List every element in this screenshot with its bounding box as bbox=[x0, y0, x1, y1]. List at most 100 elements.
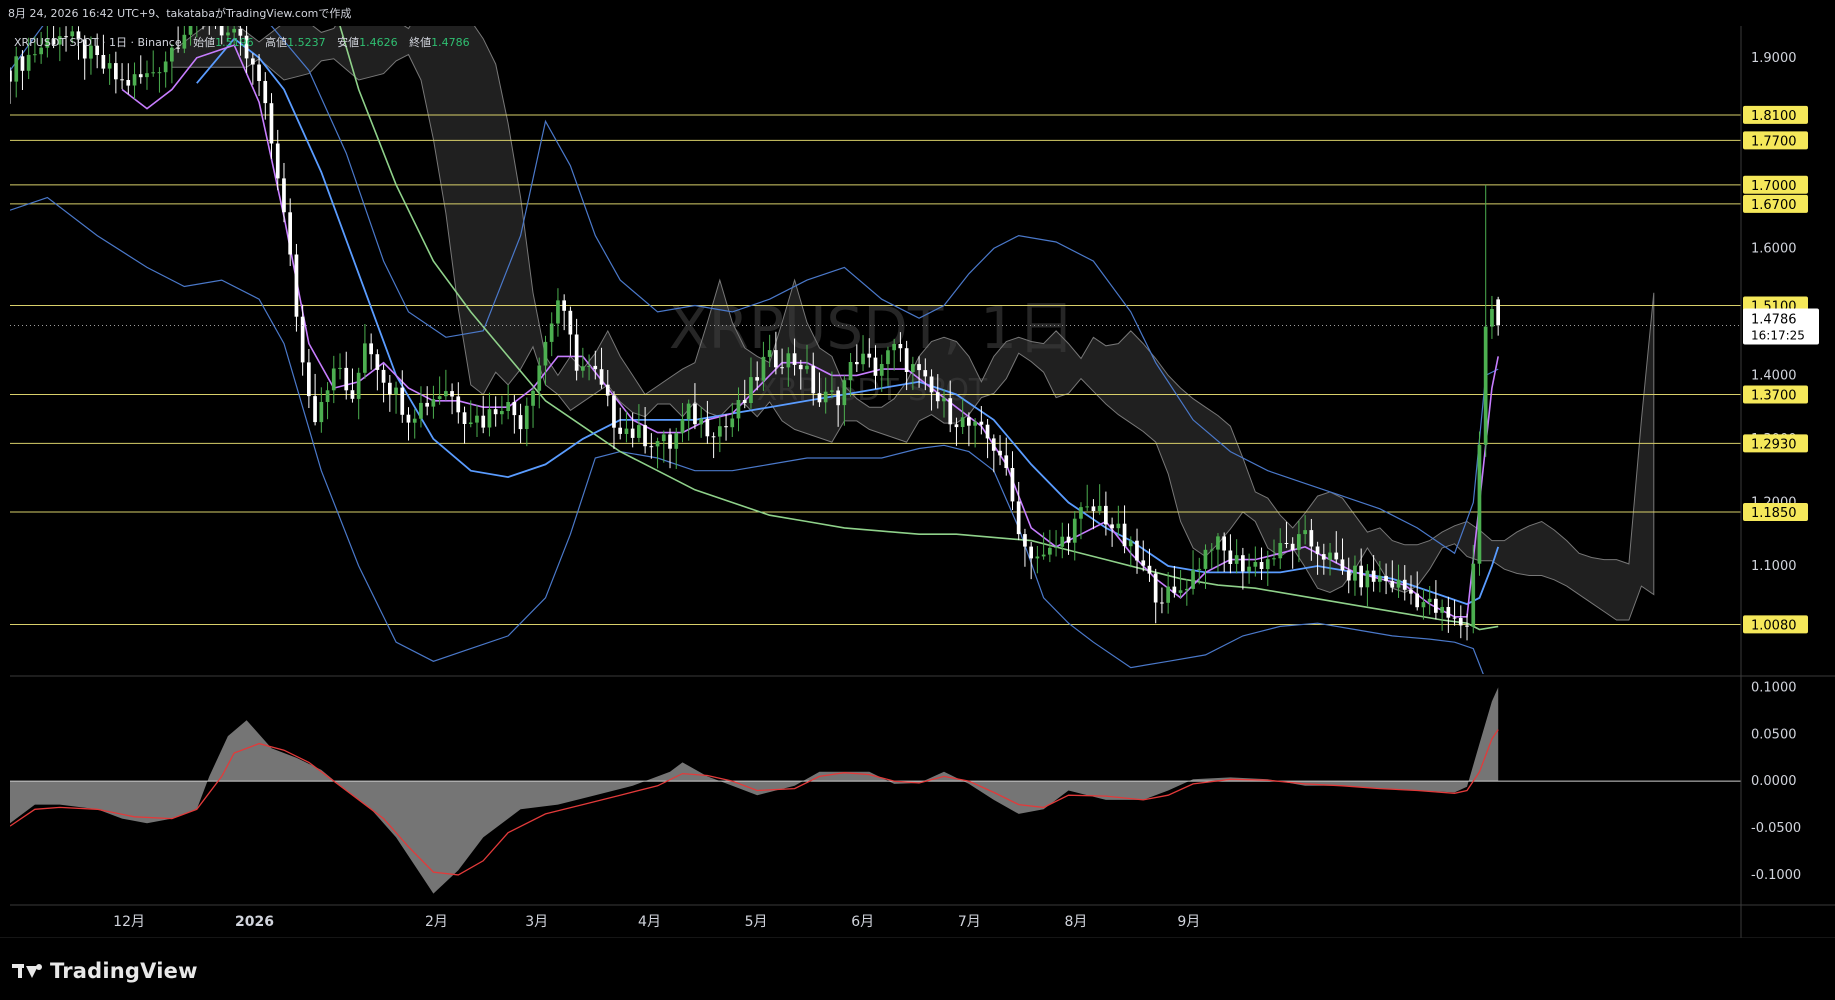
candle-body bbox=[774, 350, 778, 368]
x-tick-label: 4月 bbox=[638, 914, 661, 930]
candle-body bbox=[1041, 554, 1046, 557]
candle-body bbox=[350, 390, 355, 399]
candle-body bbox=[1060, 536, 1065, 547]
candle-body bbox=[394, 387, 398, 395]
level-tag-label: 1.1850 bbox=[1751, 506, 1797, 521]
candle-body bbox=[624, 428, 629, 434]
candle-body bbox=[300, 316, 305, 363]
candle-body bbox=[375, 354, 380, 370]
candle-body bbox=[263, 81, 268, 104]
candle-body bbox=[1471, 563, 1476, 627]
candle-body bbox=[605, 384, 610, 396]
candle-body bbox=[1079, 507, 1083, 519]
candle-body bbox=[1396, 579, 1401, 588]
candle-body bbox=[1284, 543, 1289, 544]
candle-body bbox=[319, 402, 324, 423]
tradingview-logo[interactable]: TradingView bbox=[12, 959, 198, 983]
candle-body bbox=[811, 365, 816, 394]
tradingview-logo-icon bbox=[12, 961, 44, 981]
candle-body bbox=[114, 63, 118, 80]
candle-body bbox=[1234, 555, 1239, 564]
candle-body bbox=[1048, 547, 1052, 555]
candle-body bbox=[886, 350, 890, 365]
candle-body bbox=[867, 353, 872, 358]
candle-body bbox=[388, 382, 392, 395]
legend-low-label: 安値 bbox=[337, 36, 360, 49]
candle-body bbox=[1191, 569, 1195, 589]
candle-body bbox=[917, 364, 921, 371]
candle-body bbox=[1477, 444, 1482, 564]
candle-body bbox=[512, 402, 517, 416]
x-tick-label: 2026 bbox=[235, 914, 274, 930]
candle-body bbox=[649, 446, 654, 448]
price-chart[interactable]: XRPUSDT, 1日 XRPUSDT SPOT 1.90001.60001.4… bbox=[0, 0, 1835, 1000]
candle-body bbox=[500, 411, 504, 415]
candle-body bbox=[1166, 586, 1170, 603]
candle-body bbox=[1415, 593, 1419, 608]
candle-body bbox=[836, 390, 840, 406]
candle-body bbox=[437, 396, 442, 400]
candle-body bbox=[861, 353, 865, 365]
candle-body bbox=[942, 398, 946, 402]
candle-body bbox=[537, 365, 542, 391]
candle-body bbox=[1465, 625, 1469, 627]
candle-body bbox=[991, 438, 996, 451]
candle-body bbox=[307, 362, 311, 397]
candle-body bbox=[848, 362, 853, 381]
candle-body bbox=[730, 418, 735, 428]
candle-body bbox=[904, 348, 909, 372]
candle-body bbox=[1490, 309, 1494, 327]
candle-body bbox=[1122, 523, 1127, 547]
current-price-label: 1.4786 bbox=[1751, 313, 1797, 328]
candle-body bbox=[1328, 552, 1332, 560]
osc-y-tick-label: 0.1000 bbox=[1751, 680, 1797, 695]
candle-body bbox=[257, 64, 261, 81]
candle-body bbox=[705, 418, 710, 437]
candle-body bbox=[101, 55, 106, 69]
candle-body bbox=[1197, 568, 1202, 570]
candle-body bbox=[574, 334, 579, 371]
candle-body bbox=[929, 376, 934, 393]
candle-body bbox=[911, 364, 915, 372]
legend-close-value: 1.4786 bbox=[431, 36, 470, 49]
candle-body bbox=[1104, 505, 1108, 525]
candle-body bbox=[1066, 536, 1071, 543]
candle-body bbox=[107, 63, 112, 69]
candle-body bbox=[823, 391, 828, 403]
candle-body bbox=[468, 422, 473, 424]
chart-background bbox=[0, 0, 1835, 1000]
x-tick-label: 9月 bbox=[1177, 914, 1200, 930]
candle-body bbox=[1247, 566, 1251, 572]
candle-body bbox=[680, 419, 685, 434]
candle-body bbox=[618, 427, 622, 434]
candle-body bbox=[935, 392, 940, 402]
candle-body bbox=[1147, 565, 1152, 574]
candle-body bbox=[1272, 558, 1276, 560]
candle-body bbox=[792, 353, 797, 365]
candle-body bbox=[431, 399, 436, 407]
legend-open-label: 始値 bbox=[193, 36, 216, 49]
candle-body bbox=[462, 412, 467, 424]
candle-body bbox=[20, 56, 25, 71]
candle-body bbox=[960, 417, 965, 427]
candle-body bbox=[749, 377, 753, 403]
candle-body bbox=[493, 409, 498, 415]
legend-close-label: 終値 bbox=[409, 36, 432, 49]
candle-body bbox=[531, 390, 535, 406]
candle-body bbox=[518, 415, 523, 430]
candle-body bbox=[1072, 518, 1077, 543]
candle-body bbox=[425, 402, 429, 407]
candle-body bbox=[1228, 550, 1233, 564]
x-tick-label: 6月 bbox=[851, 914, 874, 930]
candle-body bbox=[138, 74, 143, 78]
candle-body bbox=[568, 310, 573, 335]
y-tick-label: 1.9000 bbox=[1751, 51, 1797, 66]
candle-body bbox=[1153, 573, 1158, 603]
candle-body bbox=[1421, 602, 1426, 608]
candle-body bbox=[1160, 602, 1164, 604]
y-tick-label: 1.1000 bbox=[1751, 559, 1797, 574]
candle-body bbox=[805, 365, 809, 370]
candle-body bbox=[587, 365, 591, 367]
candle-body bbox=[1303, 530, 1307, 535]
level-tag-label: 1.7000 bbox=[1751, 179, 1797, 194]
